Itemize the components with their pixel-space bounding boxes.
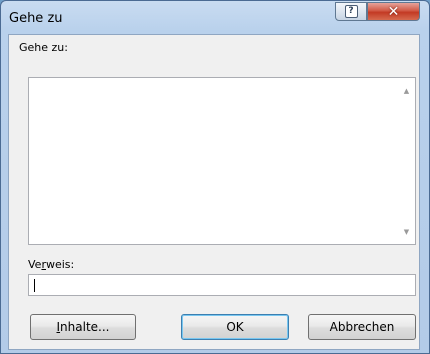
- reference-label: Verweis:: [28, 258, 74, 271]
- reference-input[interactable]: [28, 274, 416, 296]
- goto-label: Gehe zu:: [19, 41, 68, 54]
- close-button[interactable]: ✕: [367, 2, 420, 21]
- listbox-scrollbar[interactable]: ▲ ▼: [398, 78, 415, 244]
- cancel-button[interactable]: Abbrechen: [308, 314, 416, 340]
- help-button[interactable]: ?: [335, 2, 367, 21]
- scroll-up-icon[interactable]: ▲: [398, 82, 415, 99]
- text-caret: [34, 279, 35, 292]
- help-icon: ?: [344, 5, 358, 18]
- scroll-down-icon[interactable]: ▼: [398, 223, 415, 240]
- reference-label-prefix: Ve: [28, 258, 42, 271]
- contents-button[interactable]: Inhalte...: [30, 314, 136, 340]
- contents-button-label: nhalte...: [60, 320, 110, 334]
- close-icon: ✕: [387, 3, 400, 20]
- reference-label-suffix: weis:: [45, 258, 75, 271]
- ok-button[interactable]: OK: [181, 314, 289, 340]
- goto-listbox[interactable]: ▲ ▼: [28, 77, 416, 245]
- title-bar[interactable]: Gehe zu ? ✕: [1, 1, 429, 35]
- ok-button-label: OK: [226, 320, 244, 334]
- window-title: Gehe zu: [9, 11, 63, 26]
- cancel-button-label: Abbrechen: [329, 320, 395, 334]
